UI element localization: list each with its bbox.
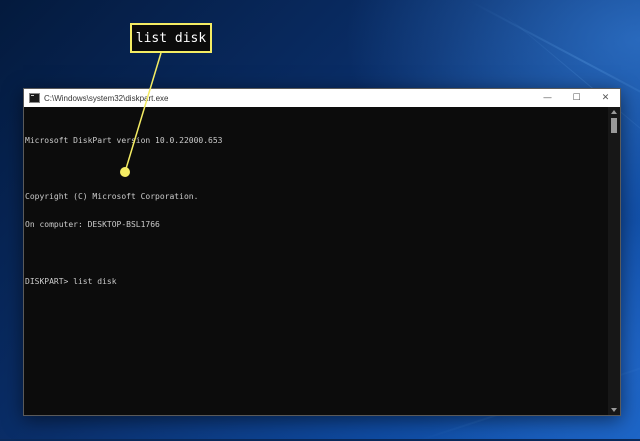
console-line: On computer: DESKTOP-BSL1766 — [25, 220, 160, 230]
scroll-up-arrow-icon[interactable] — [611, 110, 617, 114]
console-command[interactable]: list disk — [73, 277, 116, 286]
console-line: Copyright (C) Microsoft Corporation. — [25, 192, 199, 202]
window-controls: — ☐ ✕ — [533, 89, 620, 107]
callout-text: list disk — [135, 30, 207, 46]
scrollbar-thumb[interactable] — [611, 118, 617, 133]
callout-label: list disk — [130, 23, 212, 53]
console-app-icon — [29, 93, 40, 103]
vertical-scrollbar[interactable] — [608, 107, 620, 415]
diskpart-console-window[interactable]: C:\Windows\system32\diskpart.exe — ☐ ✕ M… — [23, 88, 621, 416]
console-input-line[interactable]: DISKPART> list disk — [25, 277, 608, 286]
console-output[interactable]: Microsoft DiskPart version 10.0.22000.65… — [24, 107, 608, 415]
close-button[interactable]: ✕ — [591, 89, 620, 107]
console-line: Microsoft DiskPart version 10.0.22000.65… — [25, 135, 223, 145]
window-titlebar[interactable]: C:\Windows\system32\diskpart.exe — ☐ ✕ — [24, 89, 620, 107]
maximize-button[interactable]: ☐ — [562, 89, 591, 107]
minimize-button[interactable]: — — [533, 89, 562, 107]
console-prompt: DISKPART> — [25, 276, 74, 286]
window-title: C:\Windows\system32\diskpart.exe — [44, 93, 169, 103]
scroll-down-arrow-icon[interactable] — [611, 408, 617, 412]
